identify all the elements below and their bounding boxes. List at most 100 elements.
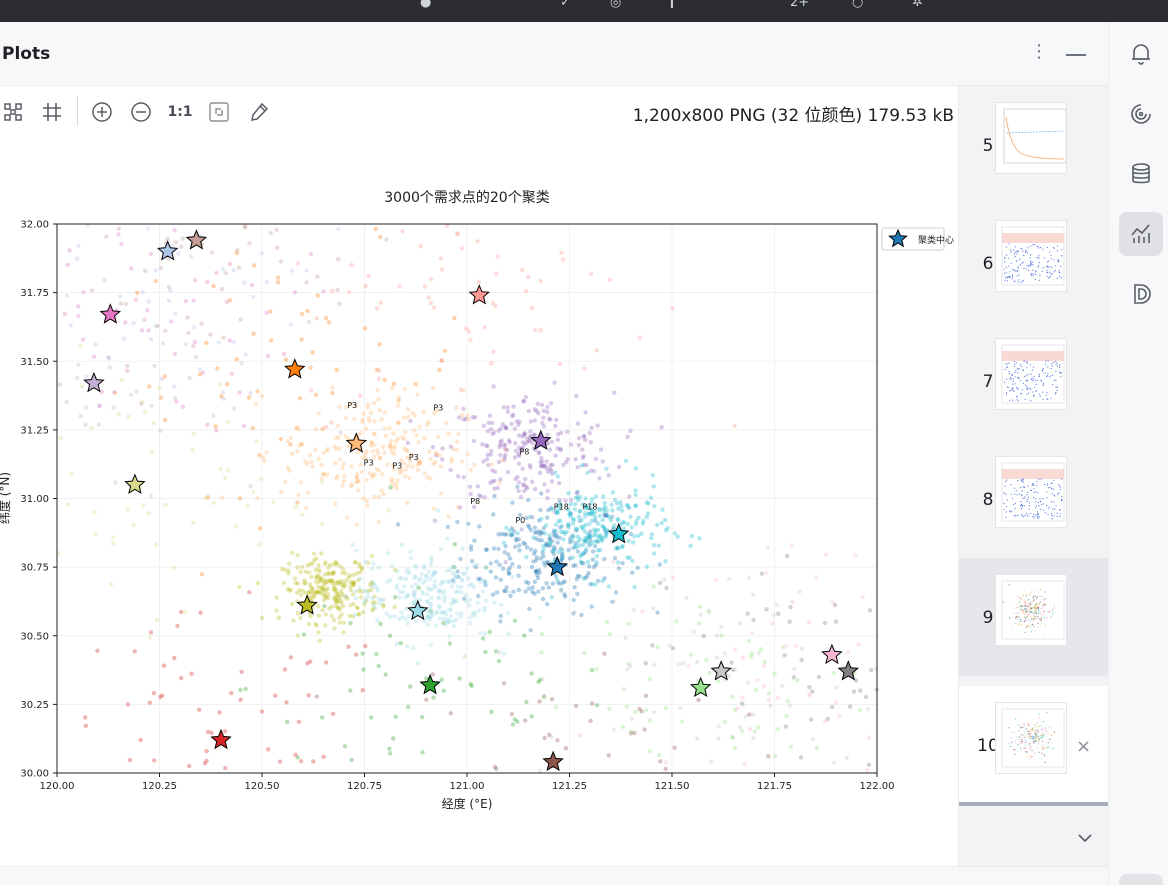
data-point xyxy=(237,584,242,590)
data-point xyxy=(415,392,420,397)
data-point xyxy=(494,590,500,595)
data-point xyxy=(236,265,242,270)
search-icon[interactable]: ○ xyxy=(852,0,863,8)
grid-icon[interactable] xyxy=(40,100,64,124)
close-icon[interactable]: × xyxy=(1076,736,1091,757)
data-point xyxy=(492,493,497,499)
more-icon[interactable]: ┃ xyxy=(668,0,676,8)
data-point xyxy=(538,507,543,513)
cluster-center xyxy=(99,303,122,324)
thumbnail-image[interactable] xyxy=(995,456,1067,528)
data-point xyxy=(259,394,265,399)
data-point xyxy=(326,565,331,570)
thumbnail-item[interactable]: 5 xyxy=(959,86,1109,204)
fit-grid-icon[interactable] xyxy=(1,100,25,124)
data-point xyxy=(353,612,358,617)
data-point xyxy=(383,672,388,677)
data-point xyxy=(454,405,459,410)
data-point xyxy=(594,703,600,708)
data-point xyxy=(264,280,270,285)
dataspell-icon[interactable] xyxy=(1119,272,1163,316)
data-point xyxy=(722,719,728,725)
data-point xyxy=(558,446,563,452)
add-user-icon[interactable]: 2+ xyxy=(790,0,809,8)
thumbnail-image[interactable] xyxy=(995,574,1067,646)
data-point xyxy=(472,538,477,543)
data-point xyxy=(749,630,755,636)
data-point xyxy=(740,695,745,700)
data-point xyxy=(401,461,407,466)
data-point xyxy=(365,594,371,599)
data-point xyxy=(318,577,323,582)
data-point xyxy=(642,727,647,732)
thumbnail-image[interactable] xyxy=(995,338,1067,410)
thumbnail-item[interactable]: 7 xyxy=(959,322,1109,440)
data-point xyxy=(146,226,151,231)
data-point xyxy=(635,565,640,570)
chevron-down-icon[interactable] xyxy=(1075,828,1095,848)
run-icon[interactable]: ✓ xyxy=(560,0,571,8)
actual-size-button[interactable]: 1:1 xyxy=(167,100,192,124)
data-point xyxy=(522,488,527,494)
data-point xyxy=(148,493,154,499)
data-point xyxy=(64,399,69,405)
data-point xyxy=(111,535,116,540)
data-point xyxy=(593,528,598,534)
data-point xyxy=(489,448,494,454)
debug-icon[interactable]: ◎ xyxy=(610,0,621,8)
thumbnail-item-selected[interactable]: 10 × xyxy=(959,686,1109,804)
data-point xyxy=(714,655,720,660)
thumbnail-scrollbar[interactable] xyxy=(959,802,1109,806)
data-point xyxy=(526,408,531,414)
data-point xyxy=(370,449,375,454)
notifications-icon[interactable] xyxy=(1119,32,1163,76)
settings-icon[interactable]: ✲ xyxy=(912,0,923,8)
data-point xyxy=(506,631,511,636)
database-icon[interactable] xyxy=(1119,152,1163,196)
data-point xyxy=(159,395,164,400)
data-point xyxy=(396,420,401,425)
data-point xyxy=(298,759,304,764)
data-point xyxy=(368,715,374,720)
data-point xyxy=(572,507,578,512)
x-axis-label: 经度 (°E) xyxy=(442,796,493,811)
point-annotation: P3 xyxy=(392,461,402,470)
thumbnail-image[interactable] xyxy=(995,220,1067,292)
data-point xyxy=(188,254,194,259)
sciview-plots-icon[interactable] xyxy=(1119,212,1163,256)
ai-assistant-icon[interactable] xyxy=(1119,92,1163,136)
data-point xyxy=(686,663,691,668)
data-point xyxy=(624,704,630,709)
color-picker-icon[interactable] xyxy=(247,100,271,124)
data-point xyxy=(459,459,465,464)
data-point xyxy=(539,538,544,543)
fit-window-icon[interactable] xyxy=(207,100,231,124)
project-icon[interactable]: ● xyxy=(420,0,431,8)
data-point xyxy=(602,651,607,656)
thumbnail-item[interactable]: 8 xyxy=(959,440,1109,558)
zoom-out-icon[interactable] xyxy=(129,100,153,124)
status-strip xyxy=(0,866,1108,885)
data-point xyxy=(381,444,386,450)
data-point xyxy=(432,518,438,523)
data-point xyxy=(730,735,736,740)
data-point xyxy=(592,544,598,549)
more-vertical-icon[interactable]: ⋮ xyxy=(1030,40,1048,64)
data-point xyxy=(428,300,434,306)
thumbnail-image[interactable] xyxy=(995,102,1067,174)
data-point xyxy=(461,475,466,480)
data-point xyxy=(366,273,371,278)
data-point xyxy=(510,413,515,419)
thumbnail-item[interactable]: 6 xyxy=(959,204,1109,322)
data-point xyxy=(290,601,295,607)
data-point xyxy=(371,401,377,406)
data-point xyxy=(242,423,247,429)
zoom-in-icon[interactable] xyxy=(90,100,114,124)
data-point xyxy=(555,738,560,743)
tool-bar-bottom-button[interactable] xyxy=(1119,874,1163,885)
thumbnail-item[interactable]: 9 xyxy=(959,558,1109,676)
data-point xyxy=(563,746,569,751)
data-point xyxy=(313,447,318,452)
minimize-icon[interactable] xyxy=(1066,54,1086,56)
thumbnail-image[interactable] xyxy=(995,702,1067,774)
